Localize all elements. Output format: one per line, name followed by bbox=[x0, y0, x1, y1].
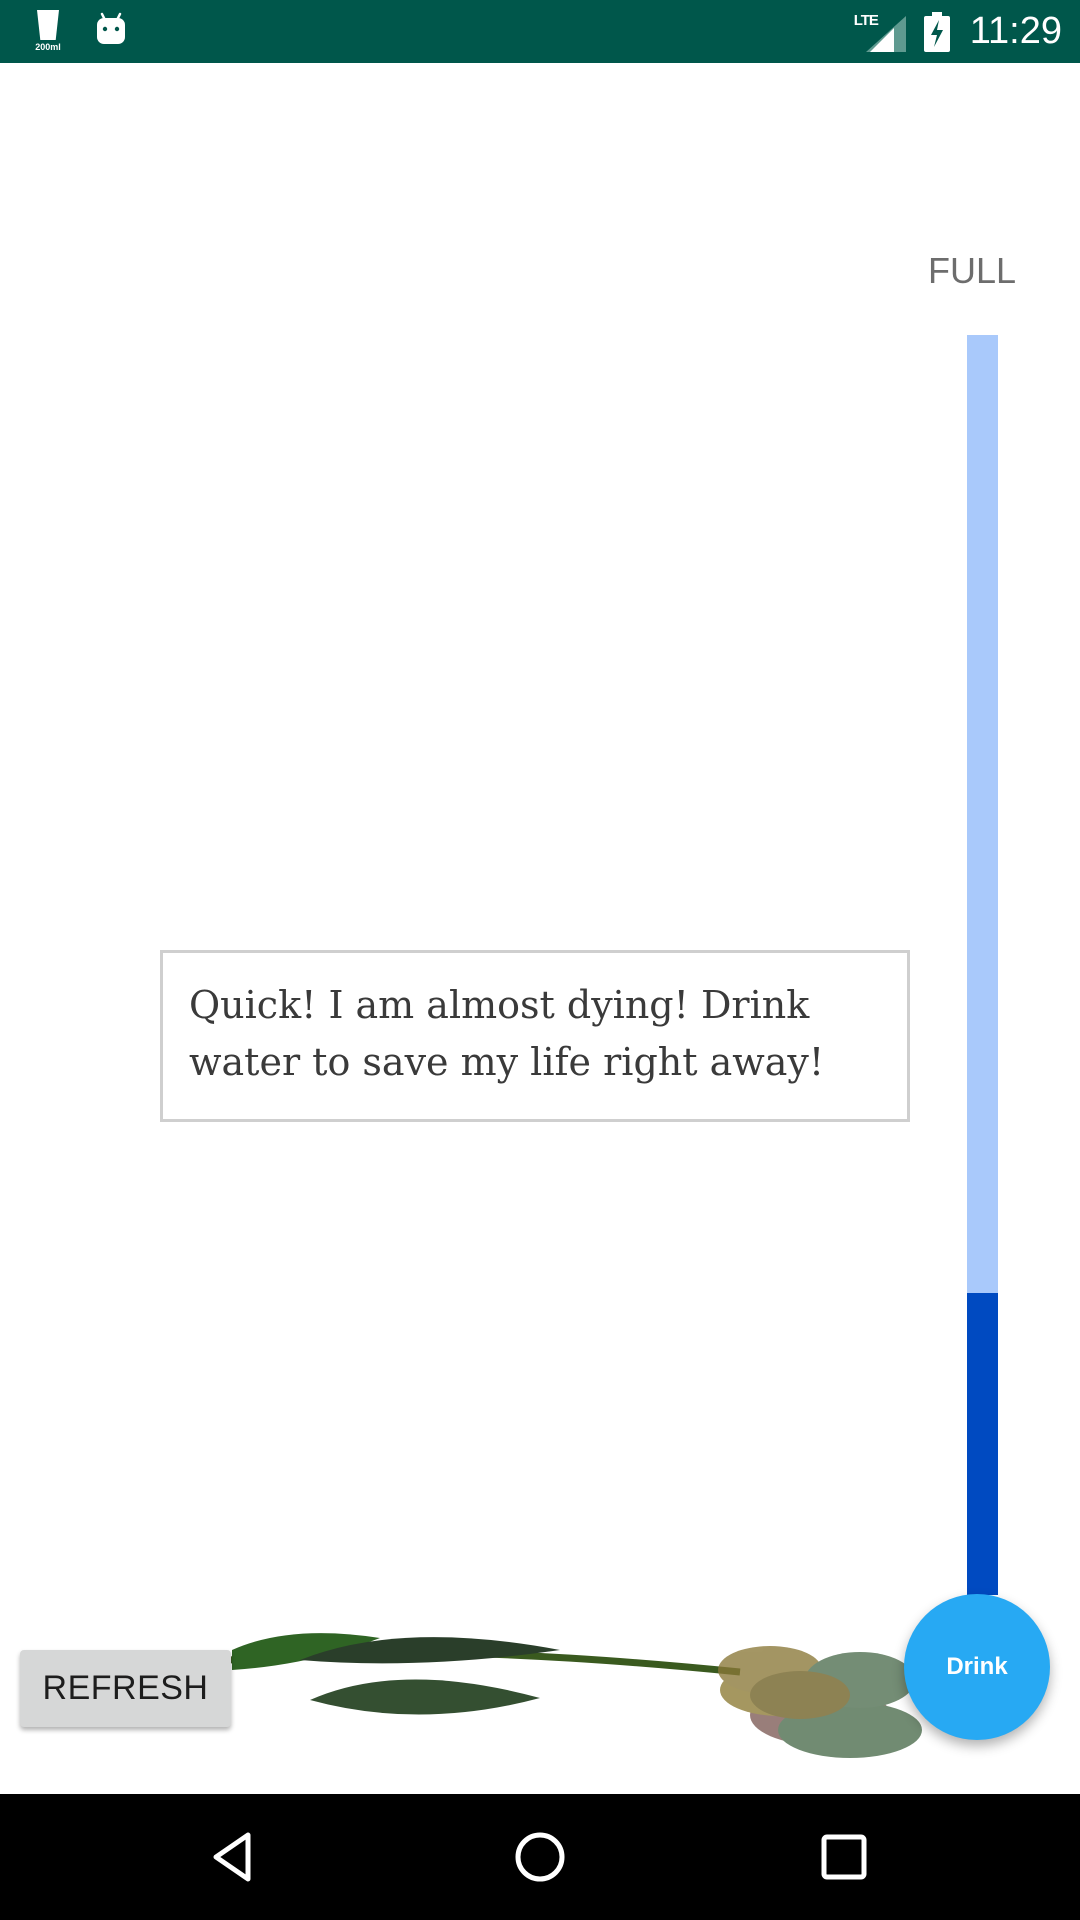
water-cup-icon: 200ml bbox=[30, 8, 66, 56]
recents-icon[interactable] bbox=[814, 1827, 874, 1887]
clock: 11:29 bbox=[969, 10, 1062, 52]
refresh-button[interactable]: REFRESH bbox=[20, 1650, 231, 1727]
plant-message-text: Quick! I am almost dying! Drink water to… bbox=[189, 983, 825, 1084]
back-icon[interactable] bbox=[206, 1827, 266, 1887]
cup-label: 200ml bbox=[35, 42, 61, 52]
battery-charging-icon bbox=[923, 11, 950, 52]
android-icon bbox=[97, 12, 125, 44]
plant-message-box: Quick! I am almost dying! Drink water to… bbox=[160, 950, 910, 1122]
wilted-plant-illustration bbox=[229, 1633, 922, 1758]
status-bar: 200ml LTE 11:29 bbox=[0, 0, 1080, 63]
navigation-bar bbox=[0, 1794, 1080, 1920]
gauge-full-label: FULL bbox=[927, 250, 1016, 291]
home-icon[interactable] bbox=[510, 1827, 570, 1887]
water-level-fill bbox=[967, 1293, 998, 1595]
screen: 200ml LTE 11:29 FULL Quick! I am almost … bbox=[0, 0, 1080, 1920]
water-level-gauge bbox=[967, 335, 998, 1595]
drink-button[interactable]: Drink bbox=[904, 1594, 1050, 1740]
lte-signal-icon: LTE bbox=[854, 12, 906, 52]
